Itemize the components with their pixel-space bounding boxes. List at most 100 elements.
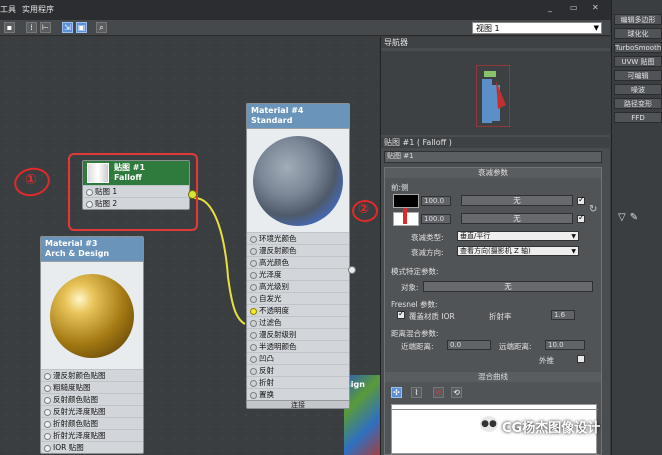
maximize-button[interactable]: ▭ (570, 3, 578, 12)
modifier-item[interactable]: 编辑多边形 (614, 14, 662, 25)
side-map-checkbox[interactable] (577, 213, 585, 223)
arch-slot[interactable]: 漫反射颜色贴图 (41, 369, 143, 381)
layout-children-icon[interactable]: ⇲ (62, 22, 73, 33)
socket-icon[interactable] (250, 320, 257, 327)
falloff-type-select[interactable]: 垂直/平行 ▼ (457, 231, 579, 241)
delete-point-icon[interactable]: ✕ (433, 387, 444, 398)
socket-icon[interactable] (250, 284, 257, 291)
std-slot[interactable]: 高光级别 (247, 280, 349, 292)
modifier-item[interactable]: UVW 贴图 (614, 56, 662, 67)
front-color-swatch[interactable] (393, 194, 419, 208)
socket-icon[interactable] (44, 421, 51, 428)
falloff-map-node[interactable]: 贴图 #1 Falloff 贴图 1 贴图 2 (82, 160, 190, 210)
output-socket-icon[interactable] (188, 190, 197, 199)
side-map-button[interactable]: 无 (461, 213, 573, 224)
arch-slot[interactable]: 反射光泽度贴图 (41, 405, 143, 417)
modifier-item[interactable]: 路径变形 (614, 98, 662, 109)
modifier-item[interactable]: TurboSmooth (614, 42, 662, 53)
zoom-icon[interactable]: ⌕ (96, 22, 107, 33)
std-output-socket-icon[interactable] (348, 266, 356, 274)
standard-material-node[interactable]: Material #4 Standard 环境光颜色 漫反射颜色 高光颜色 光泽… (246, 103, 350, 409)
modifier-item[interactable]: 可编辑 (614, 70, 662, 81)
ior-field[interactable]: 1.6 (551, 310, 575, 320)
arch-slot[interactable]: 反射颜色贴图 (41, 393, 143, 405)
socket-icon[interactable] (44, 433, 51, 440)
socket-icon[interactable] (86, 201, 93, 208)
socket-icon[interactable] (250, 236, 257, 243)
minimize-button[interactable]: _ (548, 3, 552, 12)
show-map-icon[interactable]: ▣ (76, 22, 87, 33)
curve-icon[interactable]: ⌇ (411, 387, 422, 398)
select-icon[interactable]: ▪ (4, 22, 15, 33)
socket-icon[interactable] (44, 397, 51, 404)
std-slot[interactable]: 折射 (247, 376, 349, 388)
std-slot[interactable]: 置换 (247, 388, 349, 400)
std-slot[interactable]: 高光颜色 (247, 256, 349, 268)
socket-icon[interactable] (250, 272, 257, 279)
view-dropdown[interactable]: 视图 1 ▼ (472, 22, 602, 34)
socket-icon[interactable] (250, 260, 257, 267)
falloff-header[interactable]: 衰减参数 (385, 168, 601, 178)
std-slot[interactable]: 反射 (247, 364, 349, 376)
socket-icon[interactable] (44, 409, 51, 416)
socket-icon[interactable] (86, 189, 93, 196)
std-slot[interactable]: 漫反射颜色 (247, 244, 349, 256)
arch-slot[interactable]: 折射颜色贴图 (41, 417, 143, 429)
socket-icon[interactable] (250, 296, 257, 303)
map-slot-2[interactable]: 贴图 2 (83, 197, 189, 209)
modifier-item[interactable]: 噪波 (614, 84, 662, 95)
front-map-button[interactable]: 无 (461, 195, 573, 206)
move-icon[interactable]: ⁞ (26, 22, 37, 33)
menu-utilities[interactable]: 实用程序 (22, 4, 54, 15)
object-button[interactable]: 无 (423, 281, 593, 292)
map-slot-1[interactable]: 贴图 1 (83, 185, 189, 197)
std-node-header[interactable]: Material #4 Standard (247, 104, 349, 128)
modifier-item[interactable]: FFD (614, 112, 662, 123)
falloff-direction-select[interactable]: 查看方向(摄影机 Z 轴) ▼ (457, 246, 579, 256)
stack-tools-icon[interactable]: ▽✎ (618, 212, 642, 223)
socket-icon[interactable] (250, 344, 257, 351)
std-slot[interactable]: 环境光颜色 (247, 232, 349, 244)
socket-icon[interactable] (250, 392, 257, 399)
move-point-icon[interactable]: ✣ (391, 387, 402, 398)
std-slot-opacity[interactable]: 不透明度 (247, 304, 349, 316)
std-slot[interactable]: 过滤色 (247, 316, 349, 328)
socket-icon[interactable] (44, 385, 51, 392)
swap-icon[interactable]: ↻ (589, 204, 597, 215)
mix-curve-header[interactable]: 混合曲线 (385, 372, 601, 382)
std-slot[interactable]: 凹凸 (247, 352, 349, 364)
near-distance-field[interactable]: 0.0 (447, 340, 491, 350)
menu-tools[interactable]: 工具 (0, 4, 16, 15)
front-map-checkbox[interactable] (577, 195, 585, 205)
socket-icon[interactable] (250, 380, 257, 387)
map-name-field[interactable]: 贴图 #1 (384, 151, 602, 163)
socket-icon[interactable] (250, 248, 257, 255)
std-slot[interactable]: 光泽度 (247, 268, 349, 280)
std-slot[interactable]: 自发光 (247, 292, 349, 304)
arch-slot[interactable]: 粗糙度贴图 (41, 381, 143, 393)
socket-icon[interactable] (250, 368, 257, 375)
far-distance-field[interactable]: 10.0 (545, 340, 585, 350)
arch-slot[interactable]: IOR 贴图 (41, 441, 143, 453)
connected-socket-icon[interactable] (250, 308, 257, 315)
override-ior-checkbox[interactable] (397, 309, 405, 319)
close-button[interactable]: ✕ (592, 3, 599, 12)
front-amount[interactable]: 100.0 (421, 196, 451, 206)
arch-design-material-node[interactable]: Material #3 Arch & Design 漫反射颜色贴图 粗糙度贴图 … (40, 236, 144, 454)
socket-icon[interactable] (250, 356, 257, 363)
std-slot[interactable]: 漫反射级别 (247, 328, 349, 340)
socket-icon[interactable] (44, 445, 51, 452)
arch-node-header[interactable]: Material #3 Arch & Design (41, 237, 143, 261)
socket-icon[interactable] (250, 332, 257, 339)
modifier-item[interactable]: 球化化 (614, 28, 662, 39)
reset-curve-icon[interactable]: ⟲ (451, 387, 462, 398)
std-node-footer[interactable]: 连接 (247, 400, 349, 409)
side-amount[interactable]: 100.0 (421, 214, 451, 224)
socket-icon[interactable] (44, 373, 51, 380)
std-slot[interactable]: 半透明颜色 (247, 340, 349, 352)
navigator-view[interactable] (381, 51, 611, 135)
extrapolate-checkbox[interactable] (577, 355, 585, 363)
falloff-node-header[interactable]: 贴图 #1 Falloff (83, 161, 189, 185)
layout-icon[interactable]: ⊢ (40, 22, 51, 33)
arch-slot[interactable]: 折射光泽度贴图 (41, 429, 143, 441)
